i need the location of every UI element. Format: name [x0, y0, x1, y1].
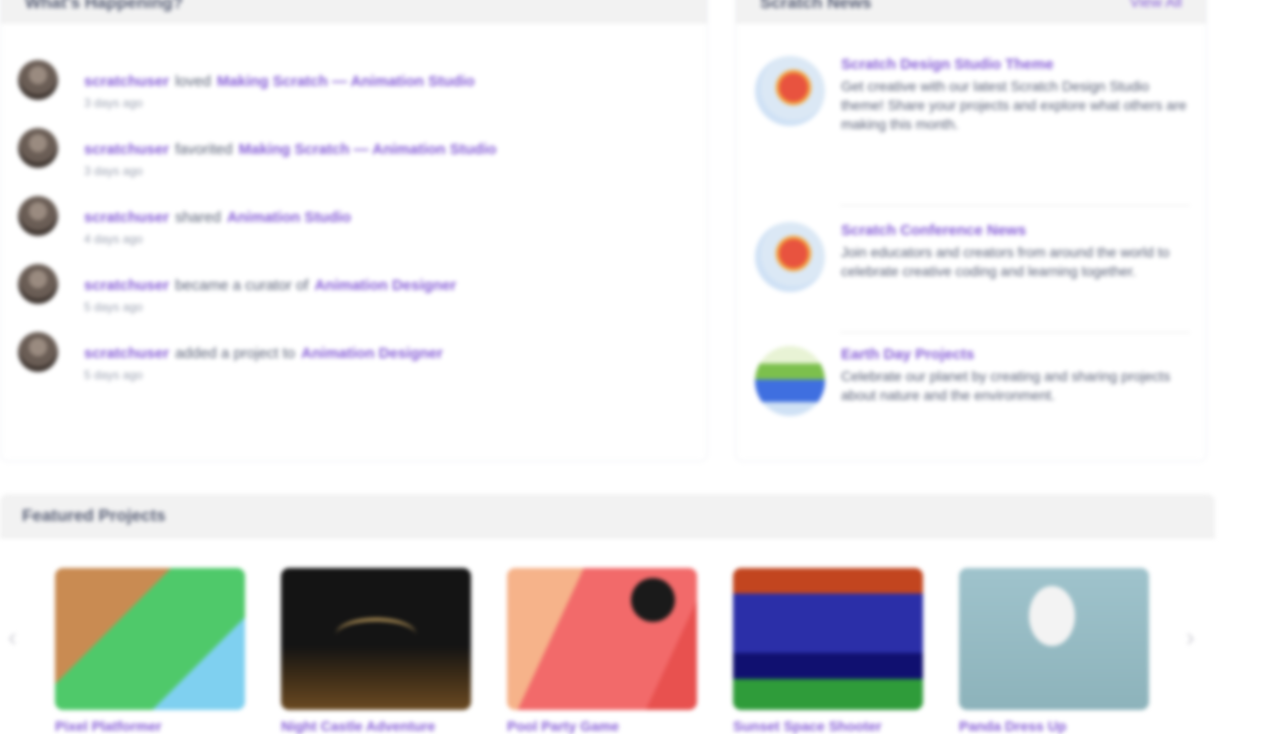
news-title-link[interactable]: Scratch Conference News	[841, 222, 1195, 239]
view-all-link[interactable]: View All	[1130, 0, 1182, 11]
activity-user-link[interactable]: scratchuser	[84, 345, 169, 362]
avatar[interactable]	[18, 196, 58, 236]
activity-item: scratchuser added a project to Animation D…	[18, 332, 496, 412]
activity-item: scratchuser loved Making Scratch — Animati…	[18, 60, 496, 140]
activity-user-link[interactable]: scratchuser	[84, 209, 169, 226]
news-item[interactable]: Scratch Design Studio Theme Get creative…	[755, 56, 1195, 134]
scratch-flag-icon	[755, 222, 825, 292]
activity-verb: favorited	[175, 141, 233, 158]
activity-target-link[interactable]: Making Scratch — Animation Studio	[239, 141, 497, 158]
activity-list: scratchuser loved Making Scratch — Animati…	[18, 60, 497, 412]
news-title-link[interactable]: Scratch Design Studio Theme	[841, 56, 1195, 73]
activity-user-link[interactable]: scratchuser	[84, 277, 169, 294]
project-thumbnail[interactable]	[959, 568, 1149, 710]
earth-icon	[755, 346, 825, 416]
news-divider	[840, 332, 1190, 333]
activity-verb: shared	[175, 209, 221, 226]
project-thumbnail[interactable]	[507, 568, 697, 710]
activity-target-link[interactable]: Animation Studio	[227, 209, 351, 226]
avatar[interactable]	[18, 264, 58, 304]
news-divider	[840, 205, 1190, 206]
activity-verb: added a project to	[175, 345, 296, 362]
project-tile[interactable]: Panda Dress Up	[959, 568, 1149, 734]
activity-target-link[interactable]: Animation Designer	[314, 277, 456, 294]
project-title-link[interactable]: Pool Party Game	[507, 718, 697, 734]
carousel-prev-button[interactable]: ‹	[8, 622, 17, 653]
avatar[interactable]	[18, 60, 58, 100]
project-thumbnail[interactable]	[55, 568, 245, 710]
activity-time: 3 days ago	[84, 164, 143, 178]
activity-target-link[interactable]: Animation Designer	[301, 345, 443, 362]
avatar[interactable]	[18, 128, 58, 168]
project-title-link[interactable]: Night Castle Adventure	[281, 718, 471, 734]
project-tile[interactable]: Pool Party Game	[507, 568, 697, 734]
activity-target-link[interactable]: Making Scratch — Animation Studio	[217, 73, 475, 90]
activity-verb: loved	[175, 73, 211, 90]
activity-time: 5 days ago	[84, 368, 143, 382]
news-body: Join educators and creators from around …	[841, 244, 1170, 279]
news-heading: Scratch News	[760, 0, 872, 12]
avatar[interactable]	[18, 332, 58, 372]
activity-time: 3 days ago	[84, 96, 143, 110]
project-thumbnail[interactable]	[733, 568, 923, 710]
activity-item: scratchuser favorited Making Scratch — Ani…	[18, 128, 497, 208]
whats-happening-heading: What's Happening?	[1, 0, 707, 23]
activity-user-link[interactable]: scratchuser	[84, 73, 169, 90]
activity-time: 4 days ago	[84, 232, 143, 246]
news-body: Celebrate our planet by creating and sha…	[841, 368, 1171, 403]
news-body: Get creative with our latest Scratch Des…	[841, 78, 1187, 132]
news-title-link[interactable]: Earth Day Projects	[841, 346, 1195, 363]
project-thumbnail[interactable]	[281, 568, 471, 710]
project-tile[interactable]: Night Castle Adventure	[281, 568, 471, 734]
project-tile[interactable]: Pixel Platformer	[55, 568, 245, 734]
activity-time: 5 days ago	[84, 300, 143, 314]
project-title-link[interactable]: Panda Dress Up	[959, 718, 1149, 734]
activity-verb: became a curator of	[175, 277, 309, 294]
project-title-link[interactable]: Sunset Space Shooter	[733, 718, 923, 734]
carousel-next-button[interactable]: ›	[1186, 622, 1195, 653]
news-item[interactable]: Earth Day Projects Celebrate our planet …	[755, 346, 1195, 416]
project-title-link[interactable]: Pixel Platformer	[55, 718, 245, 734]
news-item[interactable]: Scratch Conference News Join educators a…	[755, 222, 1195, 292]
activity-user-link[interactable]: scratchuser	[84, 141, 169, 158]
scratch-flag-icon	[755, 56, 825, 126]
project-tile[interactable]: Sunset Space Shooter	[733, 568, 923, 734]
activity-item: scratchuser shared Animation Studio 4 days…	[18, 196, 496, 276]
featured-projects-heading: Featured Projects	[0, 494, 1215, 538]
activity-item: scratchuser became a curator of Animation …	[18, 264, 496, 344]
